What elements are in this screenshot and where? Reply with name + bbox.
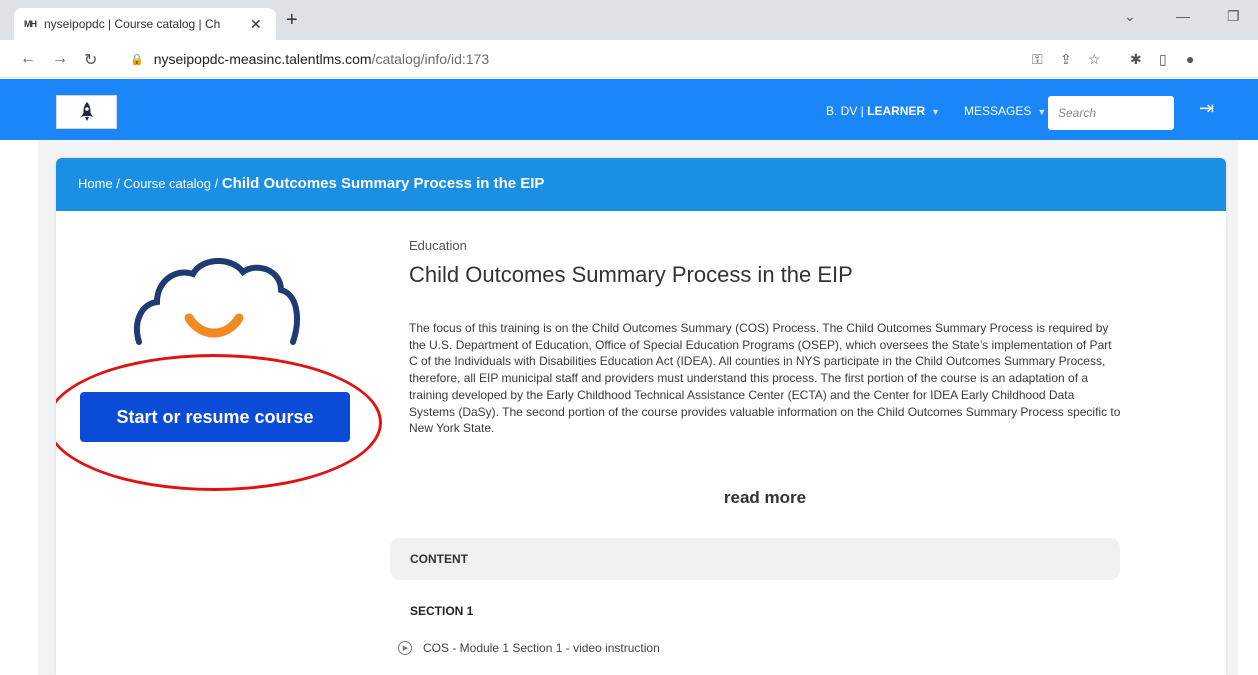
rocket-icon — [80, 102, 93, 121]
user-role: LEARNER — [867, 104, 926, 118]
course-description: The focus of this training is on the Chi… — [409, 321, 1121, 436]
logout-icon[interactable]: ⇥ — [1199, 98, 1214, 119]
unit-label: COS - Module 1 Section 1 - video instruc… — [423, 641, 660, 655]
unit-item[interactable]: ▶ COS - Module 1 Section 1 - video instr… — [398, 641, 660, 655]
close-tab-icon[interactable]: ✕ — [250, 16, 262, 33]
course-category: Education — [409, 238, 467, 253]
browser-tabstrip: MH nyseipopdc | Course catalog | Ch ✕ + … — [0, 0, 1258, 40]
restore-icon[interactable]: ❐ — [1227, 8, 1240, 25]
user-name: B. DV — [826, 104, 858, 118]
search-input[interactable] — [1048, 96, 1174, 130]
tab-title: nyseipopdc | Course catalog | Ch — [44, 17, 221, 31]
messages-label: MESSAGES — [964, 104, 1032, 118]
reload-icon[interactable]: ↻ — [84, 50, 97, 70]
breadcrumb-catalog[interactable]: Course catalog — [124, 176, 211, 191]
breadcrumb: Home / Course catalog / Child Outcomes S… — [56, 158, 1226, 211]
content-heading: CONTENT — [390, 538, 1120, 580]
cloud-smile-icon — [134, 258, 300, 345]
read-more-link[interactable]: read more — [409, 488, 1121, 508]
side-panel-icon[interactable]: ▯ — [1159, 51, 1167, 68]
favicon-icon: MH — [24, 19, 37, 29]
tab-search-icon[interactable]: ⌄ — [1124, 8, 1136, 25]
user-menu[interactable]: B. DV | LEARNER ▼ — [826, 104, 940, 118]
breadcrumb-home[interactable]: Home — [78, 176, 113, 191]
bookmark-star-icon[interactable]: ☆ — [1088, 51, 1101, 68]
section-title: SECTION 1 — [410, 604, 474, 618]
url-host: nyseipopdc-measinc.talentlms.com — [153, 51, 372, 67]
chevron-down-icon: ▼ — [931, 107, 941, 117]
site-header: B. DV | LEARNER▼ MESSAGES▼ ⇥ — [0, 79, 1258, 140]
address-bar[interactable]: 🔒 nyseipopdc-measinc.talentlms.com/catal… — [116, 45, 1140, 73]
new-tab-icon[interactable]: + — [286, 9, 298, 32]
profile-icon[interactable]: ● — [1186, 51, 1194, 67]
course-card: Home / Course catalog / Child Outcomes S… — [56, 158, 1226, 675]
play-icon: ▶ — [398, 641, 412, 655]
extensions-icon[interactable]: ✱ — [1130, 51, 1142, 68]
start-course-button[interactable]: Start or resume course — [80, 392, 350, 442]
forward-icon[interactable]: → — [52, 50, 68, 68]
share-icon[interactable]: ⇪ — [1060, 51, 1072, 68]
messages-menu[interactable]: MESSAGES ▼ — [964, 104, 1046, 118]
url-path: /catalog/info/id:173 — [371, 51, 490, 67]
site-logo[interactable] — [56, 95, 117, 129]
lock-icon[interactable]: 🔒 — [130, 53, 144, 66]
description-fade — [409, 464, 1121, 484]
back-icon[interactable]: ← — [20, 50, 36, 68]
key-icon[interactable]: ⚿ — [1032, 51, 1043, 68]
chevron-down-icon: ▼ — [1037, 107, 1047, 117]
minimize-icon[interactable]: — — [1176, 8, 1190, 24]
browser-toolbar: ← → ↻ 🔒 nyseipopdc-measinc.talentlms.com… — [0, 40, 1258, 78]
breadcrumb-current: Child Outcomes Summary Process in the EI… — [221, 175, 545, 192]
course-title: Child Outcomes Summary Process in the EI… — [409, 262, 853, 287]
browser-tab[interactable]: MH nyseipopdc | Course catalog | Ch ✕ — [14, 8, 276, 40]
